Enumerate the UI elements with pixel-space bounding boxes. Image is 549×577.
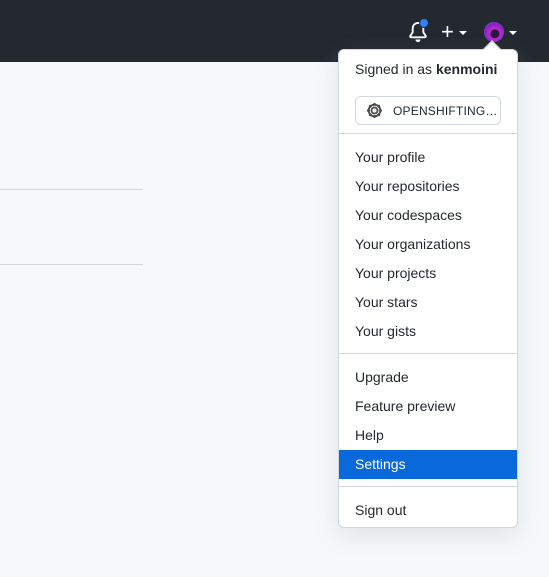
gear-emoji-icon (367, 103, 382, 118)
menu-item-your-projects[interactable]: Your projects (339, 259, 517, 288)
sign-out-button[interactable]: Sign out (339, 496, 517, 525)
menu-divider (339, 353, 517, 354)
avatar (484, 22, 504, 42)
content-divider (0, 189, 143, 190)
status-label: OPENSHIFTING I... (393, 103, 498, 118)
signed-in-header: Signed in as kenmoini (355, 61, 497, 77)
menu-item-your-gists[interactable]: Your gists (339, 317, 517, 346)
caret-down-icon (458, 31, 467, 35)
username: kenmoini (435, 61, 498, 77)
menu-divider (339, 133, 517, 134)
menu-item-your-organizations[interactable]: Your organizations (339, 230, 517, 259)
menu-divider (339, 486, 517, 487)
content-divider (0, 264, 143, 265)
notification-indicator (419, 18, 429, 28)
create-new-button[interactable]: + (441, 19, 467, 44)
menu-item-your-codespaces[interactable]: Your codespaces (339, 201, 517, 230)
caret-down-icon (509, 31, 517, 35)
menu-item-help[interactable]: Help (339, 421, 517, 450)
user-menu-button[interactable] (484, 22, 517, 42)
plus-icon: + (441, 19, 454, 44)
menu-item-your-profile[interactable]: Your profile (339, 143, 517, 172)
menu-item-upgrade[interactable]: Upgrade (339, 363, 517, 392)
menu-item-settings[interactable]: Settings (339, 450, 517, 479)
menu-item-your-repositories[interactable]: Your repositories (339, 172, 517, 201)
menu-item-your-stars[interactable]: Your stars (339, 288, 517, 317)
set-status-button[interactable]: OPENSHIFTING I... (355, 96, 501, 125)
menu-item-feature-preview[interactable]: Feature preview (339, 392, 517, 421)
signed-in-label: Signed in as (355, 61, 433, 77)
